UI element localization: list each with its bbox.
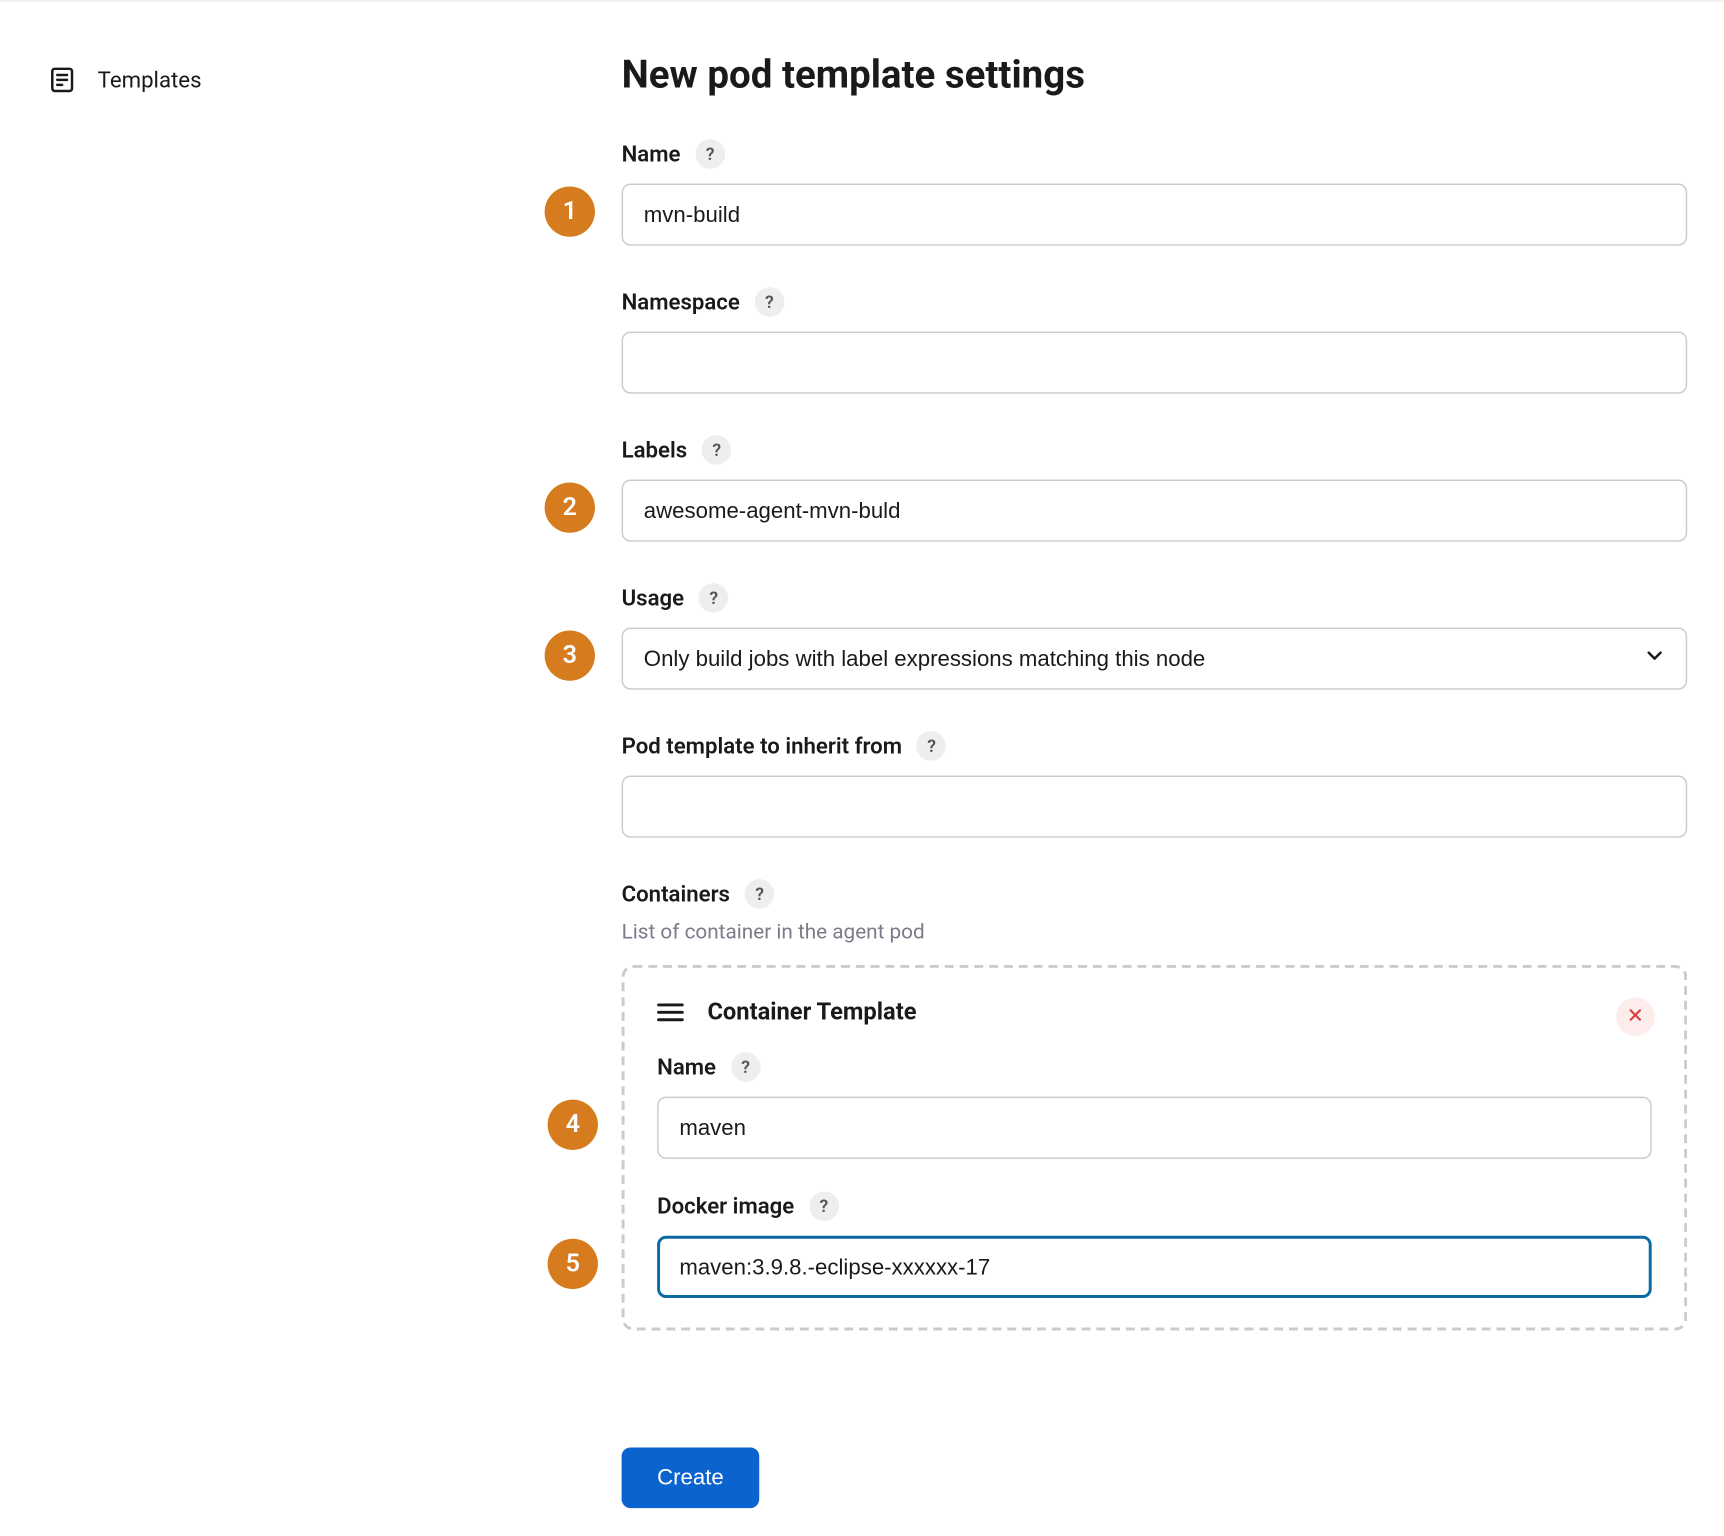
help-icon[interactable]: ? <box>755 287 785 317</box>
container-template-title: Container Template <box>707 998 916 1026</box>
sidebar-item-templates[interactable]: Templates <box>47 65 201 95</box>
containers-label: Containers <box>622 881 730 908</box>
help-icon[interactable]: ? <box>702 435 732 465</box>
templates-icon <box>47 65 77 95</box>
field-group-containers: Containers ? List of container in the ag… <box>622 879 1688 1330</box>
help-icon[interactable]: ? <box>699 583 729 613</box>
name-input[interactable] <box>622 184 1688 246</box>
container-name-label: Name <box>657 1054 716 1081</box>
help-icon[interactable]: ? <box>731 1052 761 1082</box>
container-name-input[interactable] <box>657 1097 1652 1159</box>
field-group-namespace: Namespace ? <box>622 287 1688 394</box>
drag-handle-icon[interactable] <box>657 1003 684 1021</box>
top-divider <box>0 0 1723 1</box>
usage-select[interactable]: Only build jobs with label expressions m… <box>622 628 1688 690</box>
namespace-input[interactable] <box>622 332 1688 394</box>
namespace-label: Namespace <box>622 289 740 316</box>
container-field-name: 4 Name ? <box>657 1052 1652 1159</box>
sidebar-item-label: Templates <box>98 67 202 94</box>
create-button[interactable]: Create <box>622 1447 760 1508</box>
help-icon[interactable]: ? <box>809 1191 839 1221</box>
step-badge-4: 4 <box>548 1100 598 1150</box>
labels-label: Labels <box>622 437 688 464</box>
container-field-docker: 5 Docker image ? <box>657 1191 1652 1298</box>
docker-image-input[interactable] <box>657 1236 1652 1298</box>
docker-image-label: Docker image <box>657 1193 794 1220</box>
page-title: New pod template settings <box>622 53 1688 97</box>
labels-input[interactable] <box>622 480 1688 542</box>
help-icon[interactable]: ? <box>695 139 725 169</box>
step-badge-2: 2 <box>545 482 595 532</box>
field-group-labels: 2 Labels ? <box>622 435 1688 542</box>
close-icon[interactable]: ✕ <box>1616 998 1654 1036</box>
step-badge-5: 5 <box>548 1239 598 1289</box>
main-content: New pod template settings 1 Name ? Names… <box>622 53 1688 1330</box>
step-badge-1: 1 <box>545 186 595 236</box>
help-icon[interactable]: ? <box>917 731 947 761</box>
help-icon[interactable]: ? <box>745 879 775 909</box>
field-group-inherit: Pod template to inherit from ? <box>622 731 1688 838</box>
containers-description: List of container in the agent pod <box>622 921 1688 945</box>
inherit-label: Pod template to inherit from <box>622 733 902 760</box>
name-label: Name <box>622 141 681 168</box>
usage-label: Usage <box>622 585 685 612</box>
inherit-input[interactable] <box>622 776 1688 838</box>
field-group-usage: 3 Usage ? Only build jobs with label exp… <box>622 583 1688 690</box>
step-badge-3: 3 <box>545 630 595 680</box>
container-template-block: ✕ Container Template 4 Name ? <box>622 965 1688 1331</box>
field-group-name: 1 Name ? <box>622 139 1688 246</box>
